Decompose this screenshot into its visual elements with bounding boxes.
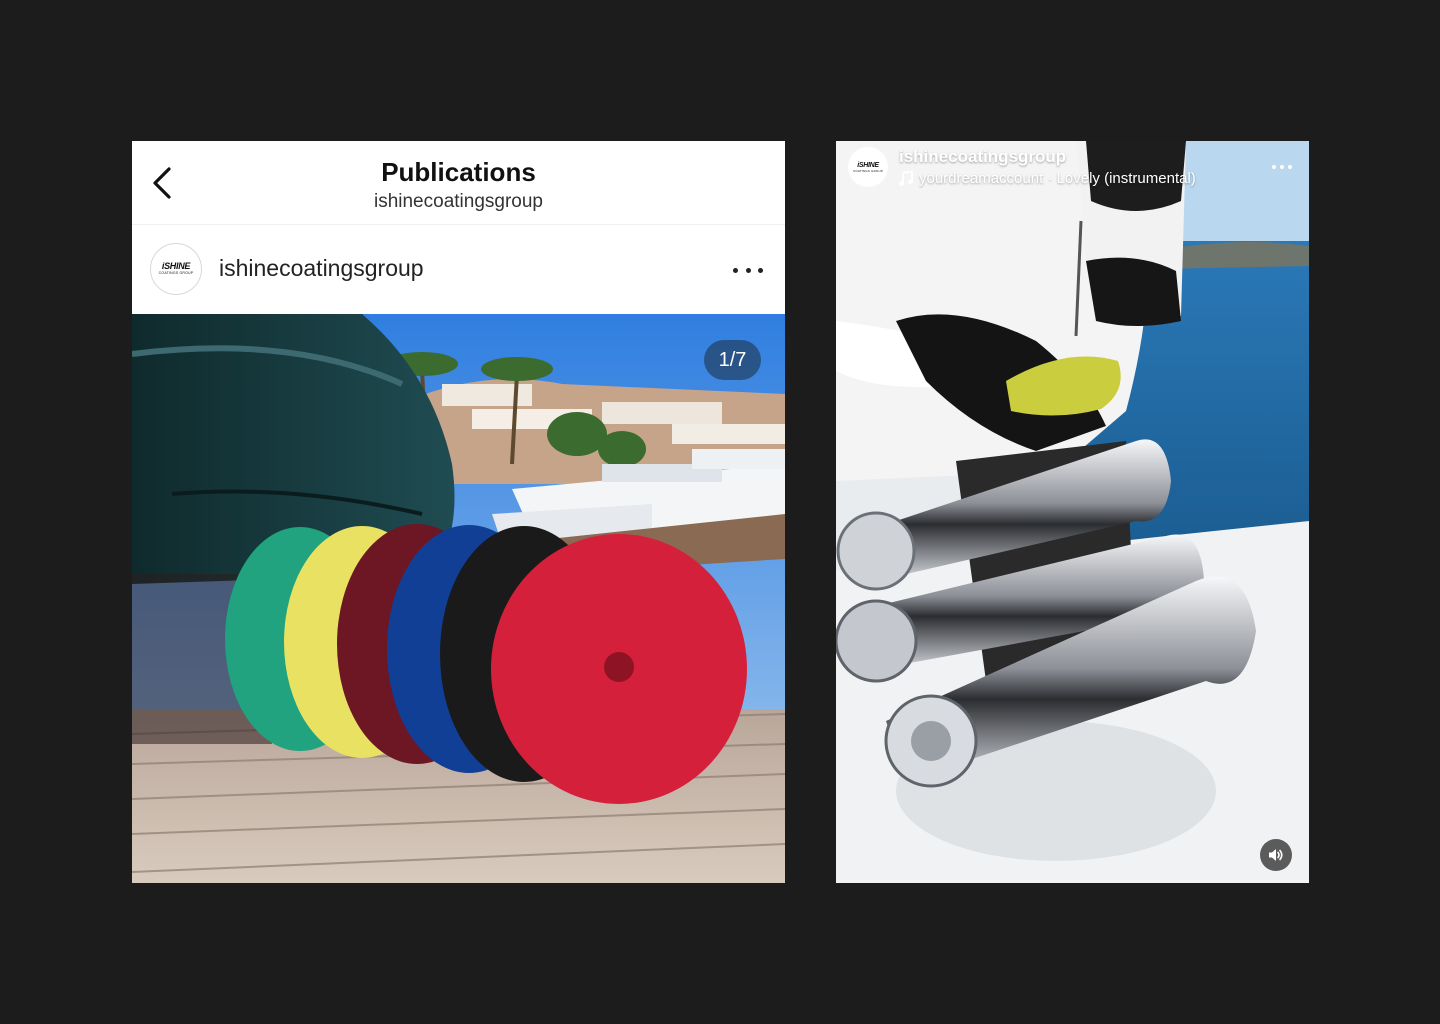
- post-photo: [132, 314, 785, 883]
- avatar-logo: iSHINE: [161, 261, 191, 271]
- reel-audio-text: yourdreamaccount · Lovely (instrumental): [919, 170, 1196, 187]
- avatar-logo-sub: COATINGS GROUP: [158, 271, 194, 275]
- post-username[interactable]: ishinecoatingsgroup: [219, 255, 424, 282]
- image-counter-badge: 1/7: [704, 340, 761, 380]
- feed-post-panel: Publications ishinecoatingsgroup iSHINE …: [132, 141, 785, 883]
- reel-avatar[interactable]: iSHINE COATINGS GROUP: [848, 147, 888, 187]
- reel-audio-link[interactable]: yourdreamaccount · Lovely (instrumental): [899, 170, 1196, 187]
- music-note-icon: [899, 171, 913, 186]
- page-subtitle: ishinecoatingsgroup: [373, 191, 543, 212]
- reel-more-options-button[interactable]: [1272, 161, 1292, 173]
- avatar[interactable]: iSHINE COATINGS GROUP: [150, 243, 202, 295]
- reel-avatar-logo-sub: COATINGS GROUP: [852, 168, 884, 173]
- volume-button[interactable]: [1260, 839, 1292, 871]
- volume-icon: [1269, 849, 1283, 861]
- page-title: Publications: [381, 157, 536, 187]
- nav-titles: Publications ishinecoatingsgroup: [132, 157, 785, 216]
- more-horizontal-icon: [1272, 165, 1276, 169]
- reel-video-frame: [836, 141, 1309, 883]
- more-options-button[interactable]: [733, 258, 763, 282]
- post-image[interactable]: 1/7: [132, 314, 785, 883]
- reel-username[interactable]: ishinecoatingsgroup: [899, 147, 1066, 167]
- reel-avatar-logo: iSHINE: [857, 161, 879, 169]
- nav-header: Publications ishinecoatingsgroup: [132, 141, 785, 225]
- reel-panel[interactable]: iSHINE COATINGS GROUP ishinecoatingsgrou…: [836, 141, 1309, 883]
- more-horizontal-icon: [733, 267, 738, 273]
- post-header: iSHINE COATINGS GROUP ishinecoatingsgrou…: [132, 225, 785, 314]
